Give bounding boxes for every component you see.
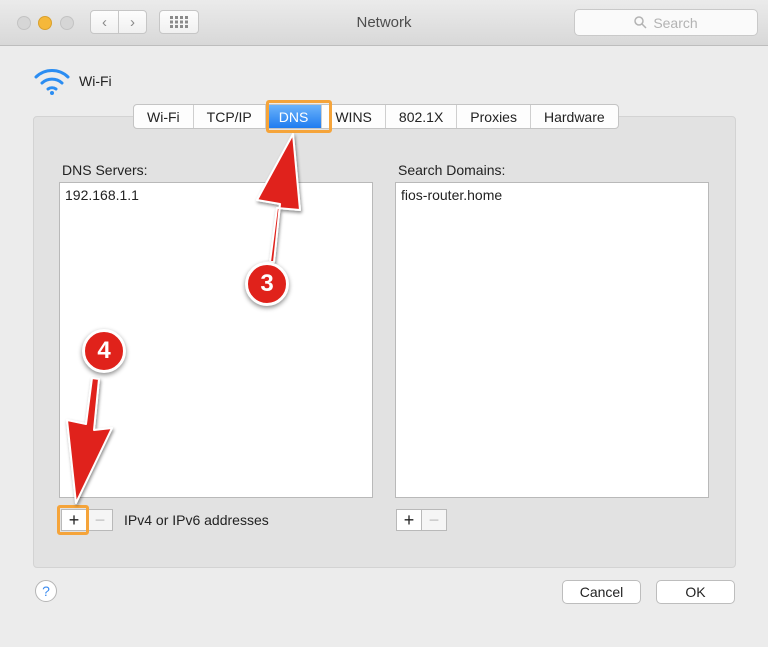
- ok-button[interactable]: OK: [656, 580, 735, 604]
- tab-tcpip[interactable]: TCP/IP: [194, 105, 266, 128]
- search-domains-list[interactable]: fios-router.home: [395, 182, 709, 498]
- search-placeholder: Search: [653, 14, 698, 31]
- tab-proxies[interactable]: Proxies: [457, 105, 531, 128]
- tab-bar: Wi-Fi TCP/IP DNS WINS 802.1X Proxies Har…: [133, 104, 619, 129]
- step-4-badge: 4: [82, 329, 126, 373]
- search-field[interactable]: Search: [574, 9, 758, 36]
- remove-search-domain-button[interactable]: −: [421, 509, 447, 531]
- help-button[interactable]: ?: [35, 580, 57, 602]
- dns-tab-highlight: [266, 100, 332, 133]
- add-search-domain-button[interactable]: +: [396, 509, 422, 531]
- add-button-highlight: [57, 505, 89, 535]
- interface-name: Wi-Fi: [79, 73, 112, 89]
- list-item[interactable]: 192.168.1.1: [60, 183, 372, 207]
- dns-servers-label: DNS Servers:: [62, 162, 148, 178]
- tab-hardware[interactable]: Hardware: [531, 105, 618, 128]
- cancel-button[interactable]: Cancel: [562, 580, 641, 604]
- tab-wifi[interactable]: Wi-Fi: [134, 105, 194, 128]
- wifi-icon: [34, 69, 70, 95]
- search-domains-label: Search Domains:: [398, 162, 506, 178]
- dns-hint-text: IPv4 or IPv6 addresses: [124, 512, 269, 528]
- magnifier-icon: [634, 16, 647, 29]
- tab-8021x[interactable]: 802.1X: [386, 105, 458, 128]
- step-3-badge: 3: [245, 262, 289, 306]
- list-item[interactable]: fios-router.home: [396, 183, 708, 207]
- remove-dns-server-button[interactable]: −: [87, 509, 113, 531]
